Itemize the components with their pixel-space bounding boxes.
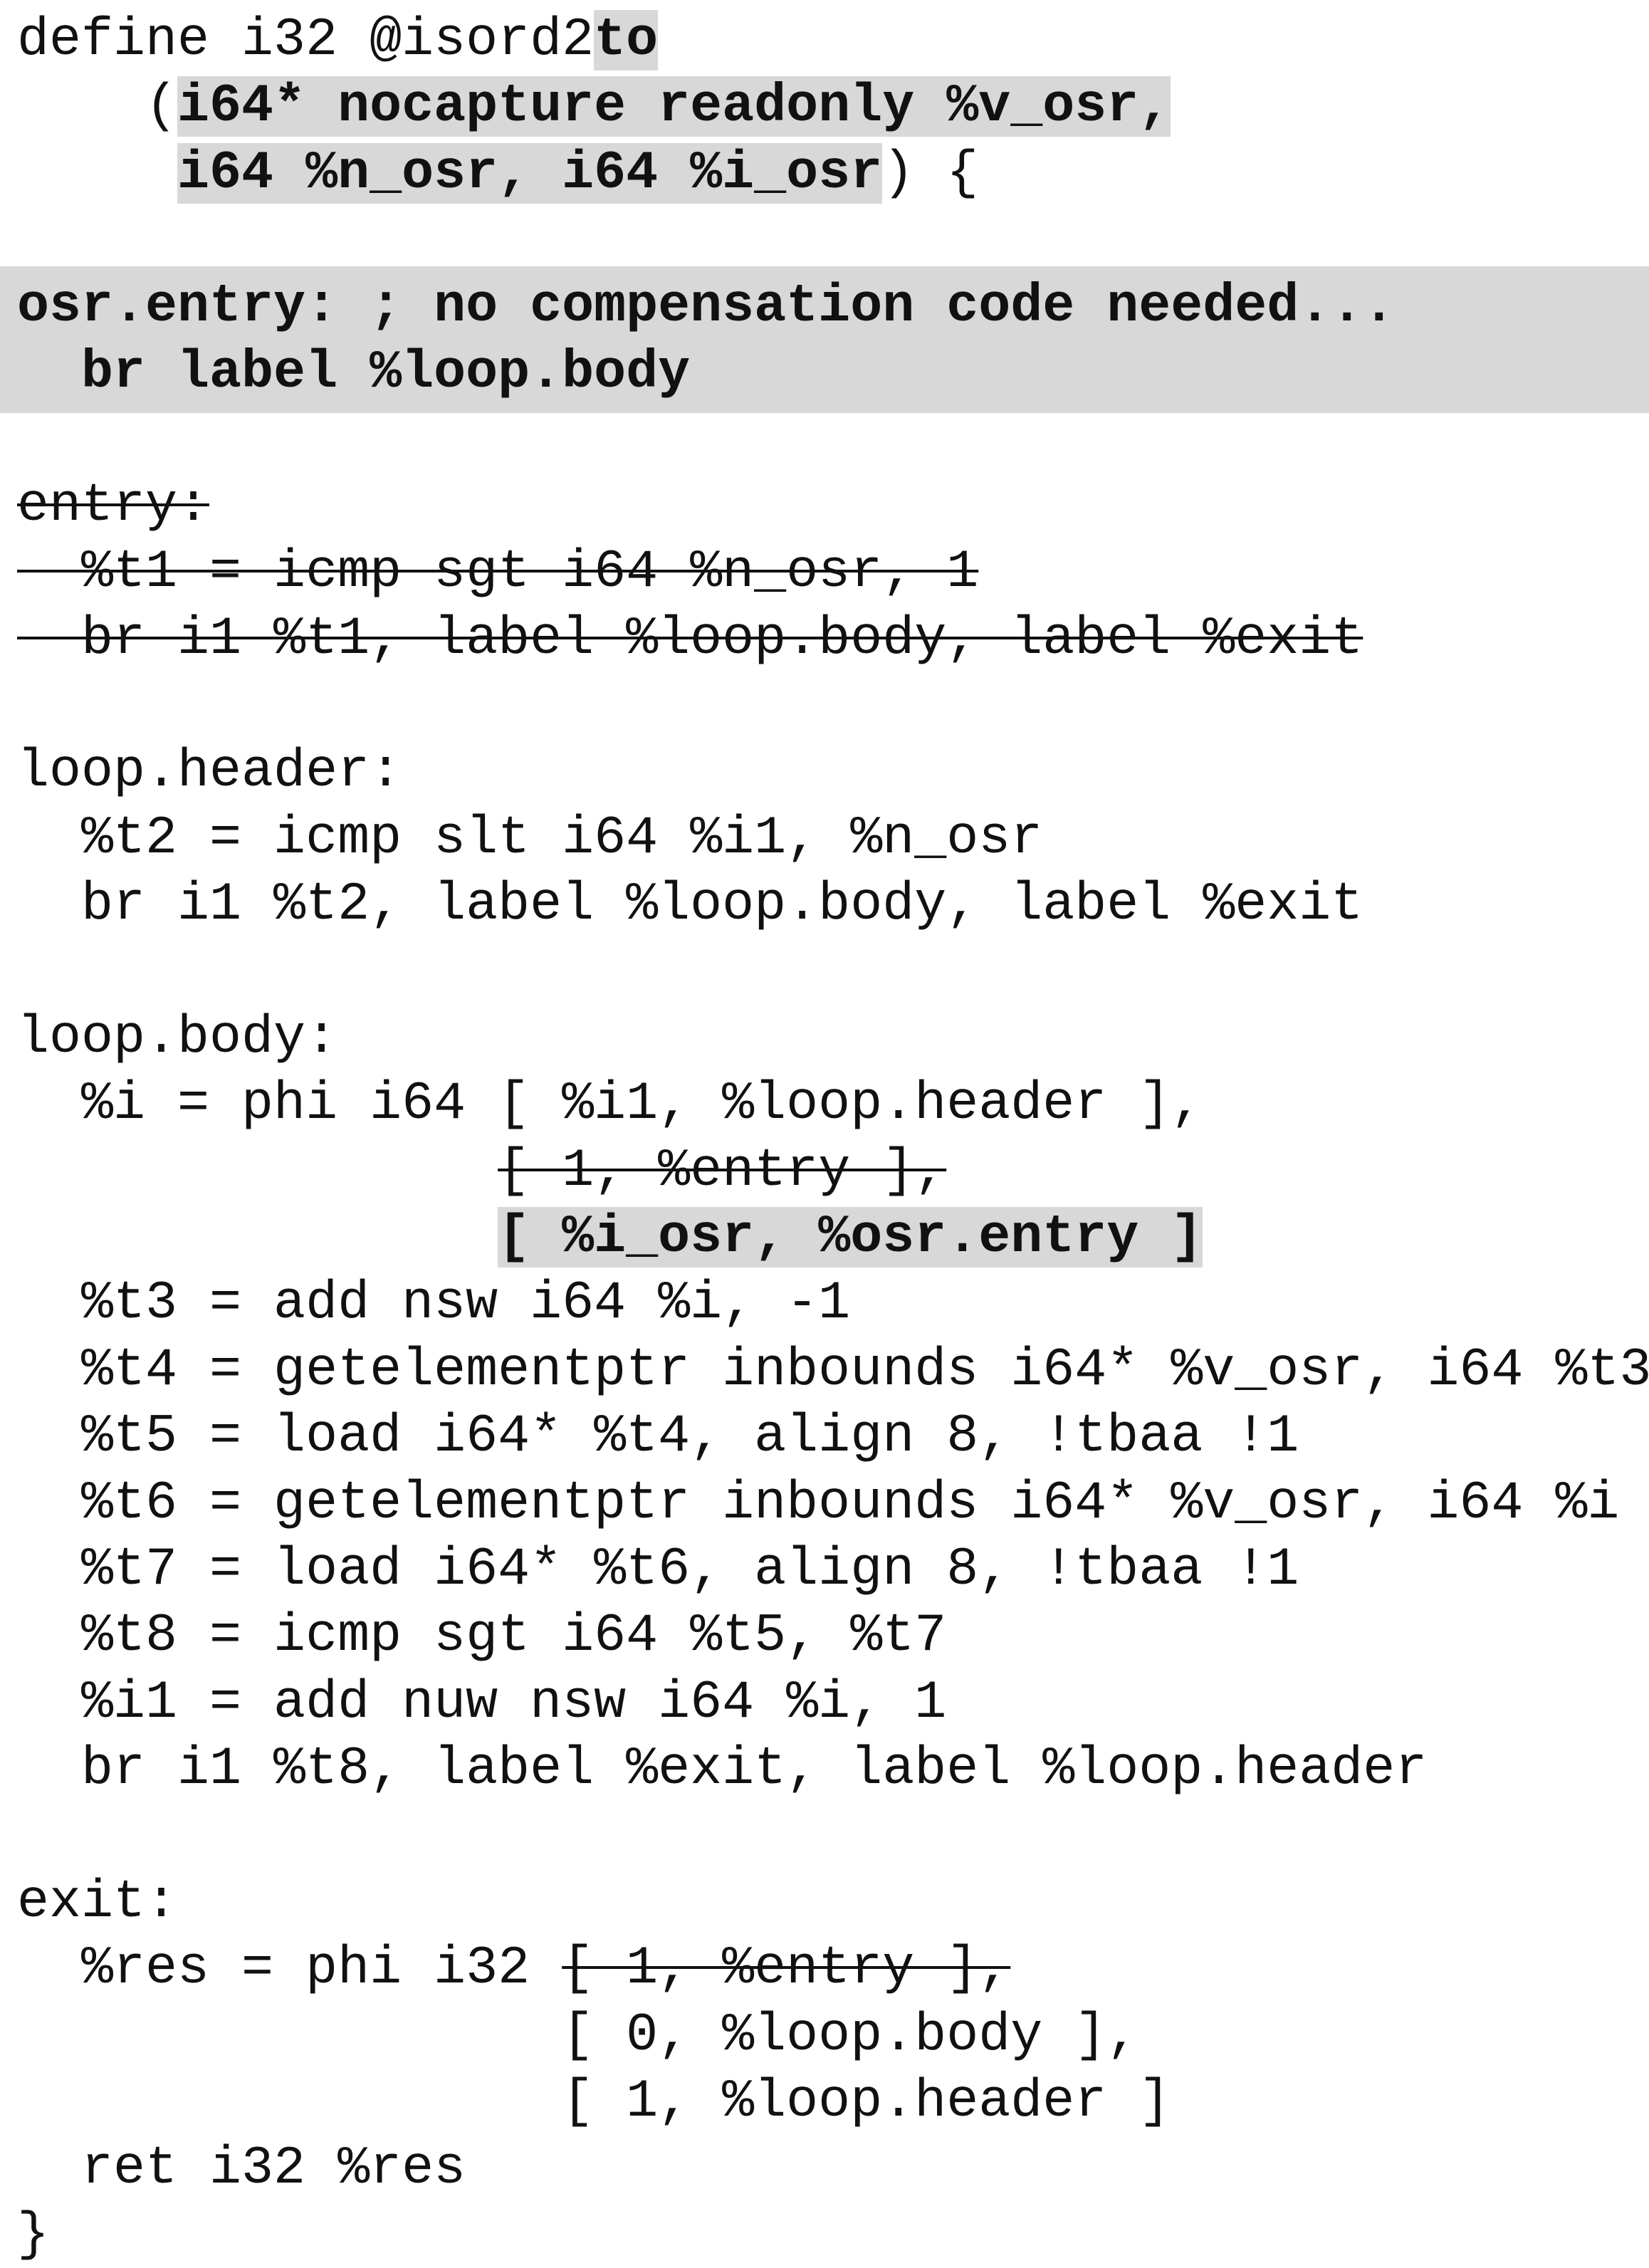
code-line-exit-ret: ret i32 %res xyxy=(17,2138,466,2199)
code-line-body-phi: %i = phi i64 [ %i1, %loop.header ], xyxy=(17,1074,1203,1135)
code-line-body-i1: %i1 = add nuw nsw i64 %i, 1 xyxy=(17,1672,947,1733)
code-line-body-t8: %t8 = icmp sgt i64 %t5, %t7 xyxy=(17,1606,947,1667)
code-line-body-phi-osr: [ %i_osr, %osr.entry ] xyxy=(17,1204,1649,1270)
code-line-exit-label: exit: xyxy=(17,1871,178,1933)
struck-code: entry: xyxy=(17,475,210,536)
code-text: ) { xyxy=(882,142,979,204)
code-line-body-t7: %t7 = load i64* %t6, align 8, !tbaa !1 xyxy=(17,1539,1299,1600)
code-line-params-2: i64 %n_osr, i64 %i_osr) { xyxy=(17,140,1649,207)
osr-entry-block: osr.entry: ; no compensation code needed… xyxy=(0,266,1649,413)
code-line-header-icmp: %t2 = icmp slt i64 %i1, %n_osr xyxy=(17,808,1043,869)
code-line-define: define i32 @isord2to xyxy=(17,7,1649,73)
code-line-exit-phi-body: [ 0, %loop.body ], xyxy=(17,2005,1139,2066)
code-line-entry-icmp: %t1 = icmp sgt i64 %n_osr, 1 xyxy=(17,539,1649,605)
code-line-body-t4: %t4 = getelementptr inbounds i64* %v_osr… xyxy=(17,1339,1649,1401)
code-line-osr-entry-branch: br label %loop.body xyxy=(17,342,691,403)
code-line-body-t5: %t5 = load i64* %t4, align 8, !tbaa !1 xyxy=(17,1406,1299,1468)
code-line-body-phi-entry: [ 1, %entry ], xyxy=(17,1138,1649,1204)
code-text: define i32 @isord2 xyxy=(17,10,595,70)
highlighted-code: i64* nocapture readonly %v_osr, xyxy=(177,76,1171,137)
code-line-entry-label: entry: xyxy=(17,473,1649,539)
code-line-body-t6: %t6 = getelementptr inbounds i64* %v_osr… xyxy=(17,1473,1620,1534)
code-line-close-brace: } xyxy=(17,2204,50,2265)
code-line-body-branch: br i1 %t8, label %exit, label %loop.head… xyxy=(17,1739,1428,1800)
code-line-exit-phi-header: [ 1, %loop.header ] xyxy=(17,2071,1171,2133)
struck-code: br i1 %t1, label %loop.body, label %exit xyxy=(17,608,1363,669)
struck-code: %t1 = icmp sgt i64 %n_osr, 1 xyxy=(17,542,979,603)
code-line-header-label: loop.header: xyxy=(17,741,402,803)
code-line-body-label: loop.body: xyxy=(17,1007,338,1068)
highlighted-code: to xyxy=(594,10,659,70)
highlighted-code: [ %i_osr, %osr.entry ] xyxy=(498,1207,1203,1268)
code-text: ( xyxy=(17,76,178,137)
highlighted-code: i64 %n_osr, i64 %i_osr xyxy=(177,142,883,204)
code-line-body-t3: %t3 = add nsw i64 %i, -1 xyxy=(17,1273,851,1334)
struck-code: [ 1, %entry ], xyxy=(498,1140,947,1201)
code-line-header-branch: br i1 %t2, label %loop.body, label %exit xyxy=(17,874,1363,936)
struck-code: [ 1, %entry ], xyxy=(562,1938,1011,2000)
code-line-exit-phi: %res = phi i32 [ 1, %entry ], xyxy=(17,1935,1649,2002)
code-text: %res = phi i32 xyxy=(17,1938,562,2000)
code-line-params-1: (i64* nocapture readonly %v_osr, xyxy=(17,73,1649,140)
code-listing: define i32 @isord2to (i64* nocapture rea… xyxy=(0,7,1649,2268)
code-line-osr-entry-label: osr.entry: ; no compensation code needed… xyxy=(17,276,1396,337)
code-line-entry-branch: br i1 %t1, label %loop.body, label %exit xyxy=(17,606,1649,672)
